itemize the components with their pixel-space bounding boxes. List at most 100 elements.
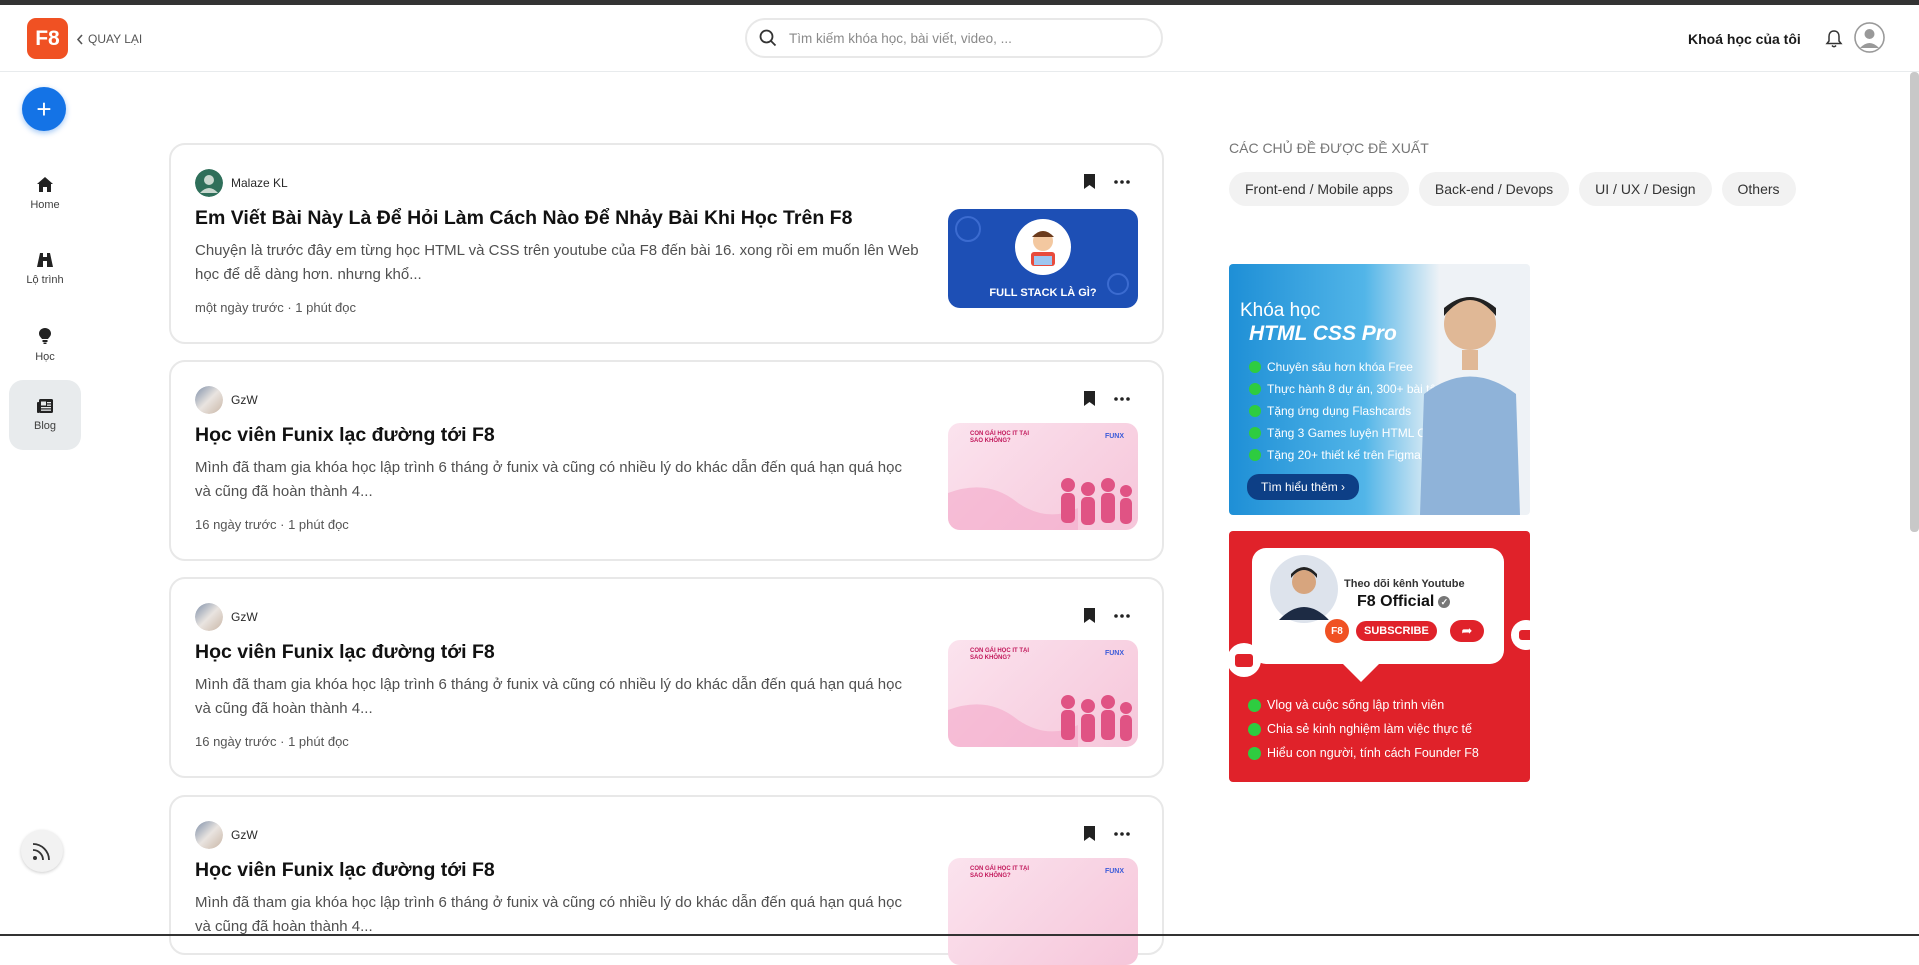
post-thumbnail[interactable]: CON GÁI HỌC IT TẠI SAO KHÔNG? FUNX: [948, 423, 1138, 530]
sidebar-item-label: Blog: [33, 420, 57, 432]
youtube-feature: Hiểu con người, tính cách Founder F8: [1248, 741, 1479, 765]
check-icon: [1248, 698, 1261, 712]
author-avatar: [195, 821, 223, 849]
rss-button[interactable]: [21, 830, 63, 872]
f8-logo[interactable]: F8: [27, 18, 68, 59]
youtube-card-pointer: [1341, 662, 1381, 682]
banner-line1: Khóa học: [1240, 300, 1321, 321]
channel-name: F8 Official ✓: [1357, 593, 1451, 611]
sidebar-item-learn[interactable]: Học: [9, 310, 81, 380]
back-link[interactable]: QUAY LẠI: [76, 32, 142, 46]
sidebar-item-roadmap[interactable]: Lộ trình: [9, 234, 81, 304]
search-box[interactable]: [745, 18, 1163, 58]
sidebar-item-label: Home: [30, 198, 60, 211]
post-meta: 16 ngày trước · 1 phút đọc: [195, 734, 349, 749]
youtube-feature: Chia sẻ kinh nghiệm làm việc thực tế: [1248, 717, 1479, 741]
post-card[interactable]: GzW Học viên Funix lạc đường tới F8 Mình…: [169, 360, 1164, 561]
post-description: Mình đã tham gia khóa học lập trình 6 th…: [195, 894, 902, 935]
post-author[interactable]: Malaze KL: [195, 169, 288, 197]
post-card[interactable]: GzW Học viên Funix lạc đường tới F8 Mình…: [169, 577, 1164, 778]
sidebar-item-label: Học: [35, 351, 55, 363]
bookmark-icon[interactable]: [1083, 607, 1096, 624]
topic-chip[interactable]: UI / UX / Design: [1579, 172, 1712, 206]
check-icon: [1249, 449, 1261, 461]
learn-more-button[interactable]: Tìm hiểu thêm ›: [1247, 474, 1360, 500]
bookmark-icon[interactable]: [1083, 173, 1096, 190]
check-icon: [1249, 405, 1261, 417]
post-actions: [1083, 607, 1130, 624]
bookmark-icon[interactable]: [1083, 390, 1096, 407]
post-thumbnail[interactable]: CON GÁI HỌC IT TẠI SAO KHÔNG? FUNX: [948, 640, 1138, 747]
post-author[interactable]: GzW: [195, 603, 258, 631]
topic-chips: Front-end / Mobile apps Back-end / Devop…: [1229, 172, 1796, 206]
thumbnail-caption: FULL STACK LÀ GÌ?: [989, 287, 1097, 299]
rss-icon: [32, 843, 50, 861]
road-icon: [37, 253, 53, 267]
post-title[interactable]: Học viên Funix lạc đường tới F8: [195, 859, 495, 882]
search-icon: [759, 29, 777, 47]
post-thumbnail[interactable]: CON GÁI HỌC IT TẠI SAO KHÔNG? FUNX: [948, 858, 1138, 965]
lightbulb-icon: [39, 328, 51, 344]
topics-heading: CÁC CHỦ ĐỀ ĐƯỢC ĐỀ XUẤT: [1229, 140, 1429, 156]
check-icon: [1249, 383, 1261, 395]
back-label: QUAY LẠI: [88, 32, 143, 46]
post-description: Chuyện là trước đây em từng học HTML và …: [195, 242, 919, 283]
youtube-features: Vlog và cuộc sống lập trình viên Chia sẻ…: [1248, 693, 1479, 765]
youtube-banner[interactable]: F8 Theo dõi kênh Youtube F8 Official ✓ S…: [1229, 531, 1530, 782]
sidebar-item-blog[interactable]: Blog: [9, 380, 81, 450]
youtube-feature: Vlog và cuộc sống lập trình viên: [1248, 693, 1479, 717]
verified-icon: ✓: [1438, 596, 1451, 608]
topic-chip[interactable]: Back-end / Devops: [1418, 172, 1570, 206]
author-avatar: [195, 169, 223, 197]
channel-avatar: [1270, 555, 1338, 623]
bell-icon[interactable]: [1825, 29, 1843, 54]
author-name: GzW: [231, 828, 258, 842]
post-description: Mình đã tham gia khóa học lập trình 6 th…: [195, 459, 902, 500]
post-title[interactable]: Học viên Funix lạc đường tới F8: [195, 424, 495, 447]
more-options-icon[interactable]: [1114, 396, 1130, 401]
my-courses-link[interactable]: Khoá học của tôi: [1688, 31, 1801, 47]
post-meta: một ngày trước · 1 phút đọc: [195, 300, 357, 315]
subscribe-button[interactable]: SUBSCRIBE: [1356, 621, 1437, 641]
author-avatar: [195, 603, 223, 631]
home-icon: [37, 176, 53, 192]
topic-chip[interactable]: Others: [1721, 172, 1796, 206]
share-icon[interactable]: ➦: [1450, 620, 1484, 642]
more-options-icon[interactable]: [1114, 613, 1130, 618]
post-actions: [1083, 173, 1130, 190]
youtube-play-icon: [1511, 620, 1530, 650]
check-icon: [1248, 746, 1261, 760]
post-description: Mình đã tham gia khóa học lập trình 6 th…: [195, 676, 902, 717]
more-options-icon[interactable]: [1114, 179, 1130, 184]
post-actions: [1083, 825, 1130, 842]
newspaper-icon: [37, 399, 53, 413]
sidebar-item-label: Lộ trình: [26, 274, 64, 286]
post-meta: 16 ngày trước · 1 phút đọc: [195, 517, 349, 532]
post-card[interactable]: Malaze KL Em Viết Bài Này Là Để Hỏi Làm …: [169, 143, 1164, 344]
chevron-left-icon: [76, 33, 83, 45]
post-author[interactable]: GzW: [195, 821, 258, 849]
post-title[interactable]: Học viên Funix lạc đường tới F8: [195, 641, 495, 664]
post-thumbnail[interactable]: FULL STACK LÀ GÌ?: [948, 209, 1138, 308]
author-avatar: [195, 386, 223, 414]
search-input[interactable]: [787, 29, 1131, 47]
user-avatar[interactable]: [1854, 22, 1885, 53]
topic-chip[interactable]: Front-end / Mobile apps: [1229, 172, 1409, 206]
bookmark-icon[interactable]: [1083, 825, 1096, 842]
post-author[interactable]: GzW: [195, 386, 258, 414]
add-post-button[interactable]: +: [22, 87, 66, 131]
page-scrollbar[interactable]: [1910, 72, 1919, 532]
html-css-pro-banner[interactable]: Khóa học HTML CSS Pro Chuyên sâu hơn khó…: [1229, 264, 1530, 515]
more-options-icon[interactable]: [1114, 831, 1130, 836]
instructor-photo: [1420, 297, 1520, 515]
follow-label: Theo dõi kênh Youtube: [1344, 578, 1465, 590]
thumbnail-caption: CON GÁI HỌC IT TẠI SAO KHÔNG?: [970, 866, 1029, 879]
sidebar-item-home[interactable]: Home: [9, 158, 81, 228]
post-card[interactable]: GzW Học viên Funix lạc đường tới F8 Mình…: [169, 795, 1164, 965]
post-title[interactable]: Em Viết Bài Này Là Để Hỏi Làm Cách Nào Đ…: [195, 207, 852, 230]
author-name: GzW: [231, 610, 258, 624]
check-icon: [1249, 427, 1261, 439]
f8-badge: F8: [1323, 617, 1351, 645]
check-icon: [1249, 361, 1261, 373]
youtube-play-icon: [1229, 643, 1261, 677]
